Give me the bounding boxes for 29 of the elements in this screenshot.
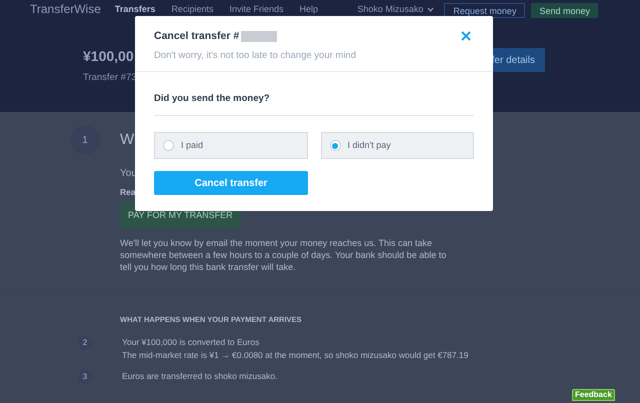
step-heading: W — [120, 130, 134, 150]
redacted-block — [241, 31, 278, 42]
modal-title: Cancel transfer # — [154, 29, 240, 44]
step-text: Rea — [120, 186, 136, 198]
step-text: Your ¥100,000 is converted to Euros — [122, 336, 260, 348]
user-menu[interactable]: Shoko Mizusako — [357, 3, 434, 15]
nav-link[interactable]: Recipients — [171, 3, 214, 15]
radio-button[interactable] — [163, 140, 174, 152]
question: Did you send the money? — [154, 92, 474, 116]
feedback-tab[interactable]: Feedback — [572, 389, 615, 401]
step-number: 3 — [78, 370, 92, 384]
close-icon[interactable] — [461, 31, 471, 41]
nav-link[interactable]: Transfers — [114, 3, 156, 15]
nav-link[interactable]: Help — [300, 3, 318, 15]
radio-option[interactable]: I paid — [154, 132, 308, 160]
radio-button[interactable] — [330, 140, 340, 152]
step-paragraph: We'll let you know by email the moment your money reaches us. This can take somewhere between a few hours to a couple of days. Your bank should be able to tell you how long this bank transfer will take. — [120, 237, 448, 274]
chevron-down-icon — [427, 6, 434, 12]
nav-link[interactable]: Invite Friends — [229, 3, 284, 15]
logo[interactable]: TransferWise — [30, 3, 101, 15]
send-money-button[interactable]: Send money — [531, 3, 598, 18]
cancel-transfer-button[interactable]: Cancel transfer — [154, 171, 308, 196]
step-number: 1 — [70, 125, 100, 155]
radio-option[interactable]: I didn't pay — [320, 132, 474, 160]
modal-subtitle: Don't worry, it's not too late to change your mind — [154, 48, 356, 63]
amount: ¥100,00 — [83, 47, 134, 66]
step-text: Euros are transferred to shoko mizusako. — [122, 370, 278, 382]
step-number: 2 — [78, 336, 92, 350]
step-text: The mid-market rate is ¥1 → €0.0080 at the moment, so shoko mizusako would get €787.19 — [122, 348, 468, 362]
